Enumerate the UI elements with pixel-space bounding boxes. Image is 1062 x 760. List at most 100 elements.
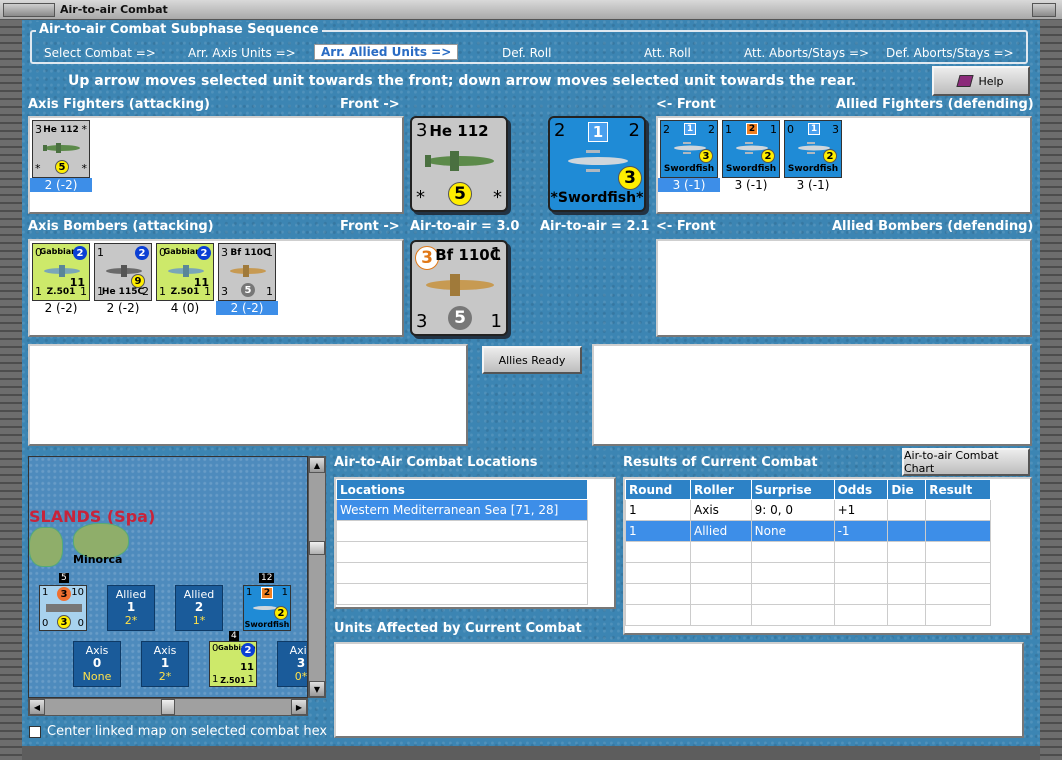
table-row [336,520,588,542]
counter-value: 1 [204,285,211,298]
counter-value: 1 [281,587,288,598]
counter-name: Swordfish [244,620,290,629]
axis-fighters-panel[interactable]: 3 He 112 * * 5 * 2 (-2) [28,116,404,214]
result-cell [925,499,991,521]
axis-bomber-counter[interactable]: 3 Bf 110C 1 3 5 1 [218,243,276,301]
title-bar: Air-to-air Combat [0,0,1062,20]
table-row [336,541,588,563]
map-hex-axis[interactable]: Axis 1 2* [141,641,189,687]
step-def-roll[interactable]: Def. Roll [502,46,551,60]
hex-sub: 1* [192,614,206,627]
locations-title: Air-to-Air Combat Locations [334,455,538,470]
step-def-aborts[interactable]: Def. Aborts/Stays => [886,46,1014,60]
swordfish-map-counter[interactable]: 1 2 1 2 Swordfish [243,585,291,631]
allied-fighter-counter[interactable]: 2 1 2 3 Swordfish [660,120,718,178]
counter-value: 0 [42,618,49,629]
scroll-up-icon[interactable]: ▲ [309,457,325,473]
axis-bombers-panel[interactable]: 0 Gabbiano 2 11 1 Z.501 1 2 (-2) 1 2 9 1… [28,239,404,337]
step-att-aborts[interactable]: Att. Aborts/Stays => [744,46,869,60]
close-button[interactable] [1032,3,1056,17]
step-arr-axis-units[interactable]: Arr. Axis Units => [188,46,296,60]
center-map-checkbox[interactable] [29,726,41,738]
counter-circle: 2 [823,149,837,163]
results-header-odds: Odds [833,479,889,500]
linked-map[interactable]: SLANDS (Spa) Minorca 5 1 3 10 0 3 0 Alli… [28,456,308,698]
map-vertical-scrollbar[interactable]: ▲ ▼ [308,456,326,698]
counter-value: 1 [80,285,87,298]
axis-fighter-caption: 2 (-2) [30,178,92,192]
counter-circle: 2 [135,246,149,260]
axis-fighter-counter[interactable]: 3 He 112 * * 5 * [32,120,90,178]
map-hex-allied[interactable]: Allied 2 1* [175,585,223,631]
help-button[interactable]: Help [932,66,1030,96]
result-cell: Allied [690,520,752,542]
step-arr-allied-units[interactable]: Arr. Allied Units => [314,44,459,60]
allied-bombers-label: Allied Bombers (defending) [832,219,1034,234]
counter-circle: 2 [241,643,255,657]
results-table: Round Roller Surprise Odds Die Result 1 … [624,479,991,626]
allied-fighter-big-counter[interactable]: 2 1 2 3 *Swordfish* [548,116,646,212]
scroll-left-icon[interactable]: ◀ [29,699,45,715]
allies-ready-button[interactable]: Allies Ready [482,346,582,374]
gabbiano-map-counter[interactable]: 0 Gabbiano 2 11 1 Z.501 1 [209,641,257,687]
map-horizontal-scrollbar[interactable]: ◀ ▶ [28,698,308,716]
axis-bombers-label: Axis Bombers (attacking) [28,219,214,234]
scroll-thumb[interactable] [161,699,175,715]
results-panel[interactable]: Round Roller Surprise Odds Die Result 1 … [623,477,1032,635]
locations-panel[interactable]: Locations Western Mediterranean Sea [71,… [334,477,616,609]
step-att-roll[interactable]: Att. Roll [644,46,691,60]
axis-bomber-counter[interactable]: 1 2 9 1 He 115C 2 [94,243,152,301]
map-hex-axis[interactable]: Axis 0 None [73,641,121,687]
axis-bomber-caption: 2 (-2) [44,301,78,315]
counter-circle: 2 [274,606,288,620]
allied-fighter-counter[interactable]: 0 1 3 2 Swordfish [784,120,842,178]
counter-circle: 5 [241,283,255,297]
combat-chart-button[interactable]: Air-to-air Combat Chart [902,448,1030,476]
axis-bomber-counter[interactable]: 0 Gabbiano 2 11 1 Z.501 1 [32,243,90,301]
allied-fighters-panel[interactable]: 2 1 2 3 Swordfish 3 (-1) 1 2 1 2 Swordfi… [656,116,1032,214]
big-counter-value: 3 [416,311,428,332]
table-row[interactable]: 1 Axis 9: 0, 0 +1 [624,499,991,521]
scroll-thumb[interactable] [309,541,325,555]
result-cell [925,520,991,542]
hex-sub: 2* [158,670,172,683]
scroll-down-icon[interactable]: ▼ [309,681,325,697]
system-menu-button[interactable] [3,3,55,17]
fighter-plane-icon [230,265,266,277]
hex-count: 3 [296,656,306,670]
allied-fighter-caption: 3 (-1) [734,178,768,192]
counter-value: 3 [832,123,839,136]
map-hex-axis[interactable]: Axis 3 0* [277,641,308,687]
axis-fighter-big-counter[interactable]: 3 He 112 * 5 * [410,116,508,212]
table-row[interactable]: 1 Allied None -1 [624,520,991,542]
table-row[interactable]: Western Mediterranean Sea [71, 28] [336,499,588,521]
ship-counter[interactable]: 1 3 10 0 3 0 [39,585,87,631]
counter-value: 2 [708,123,715,136]
big-counter-square: 1 [588,122,608,142]
axis-bomber-big-counter[interactable]: 3 Bf 110C 1 3 5 1 [410,240,508,336]
axis-bomber-counter[interactable]: 0 Gabbiano 2 11 1 Z.501 1 [156,243,214,301]
results-header-result: Result [925,479,991,500]
results-header-roller: Roller [690,479,752,500]
counter-value: 1 [97,246,104,259]
results-header-round: Round [624,479,692,500]
axis-bomber-caption: 2 (-2) [106,301,140,315]
allied-fighter-counter[interactable]: 1 2 1 2 Swordfish [722,120,780,178]
scroll-right-icon[interactable]: ▶ [291,699,307,715]
step-select-combat[interactable]: Select Combat => [44,46,156,60]
axis-bomber-caption: 4 (0) [170,301,200,315]
locations-table: Locations Western Mediterranean Sea [71,… [336,479,588,605]
result-cell [887,499,927,521]
hex-sub: 0* [294,670,308,683]
counter-value: 0 [77,618,84,629]
table-row [336,583,588,605]
counter-value: 1 [266,285,273,298]
stack-count: 12 [259,573,275,583]
map-hex-allied[interactable]: Allied 1 2* [107,585,155,631]
affected-panel[interactable] [334,642,1024,738]
allied-bombers-panel[interactable] [656,239,1032,337]
affected-title: Units Affected by Current Combat [334,621,582,636]
map-island-shape [29,527,63,567]
sequence-title: Air-to-air Combat Subphase Sequence [36,22,322,37]
axis-air-to-air-value: Air-to-air = 3.0 [410,219,520,234]
